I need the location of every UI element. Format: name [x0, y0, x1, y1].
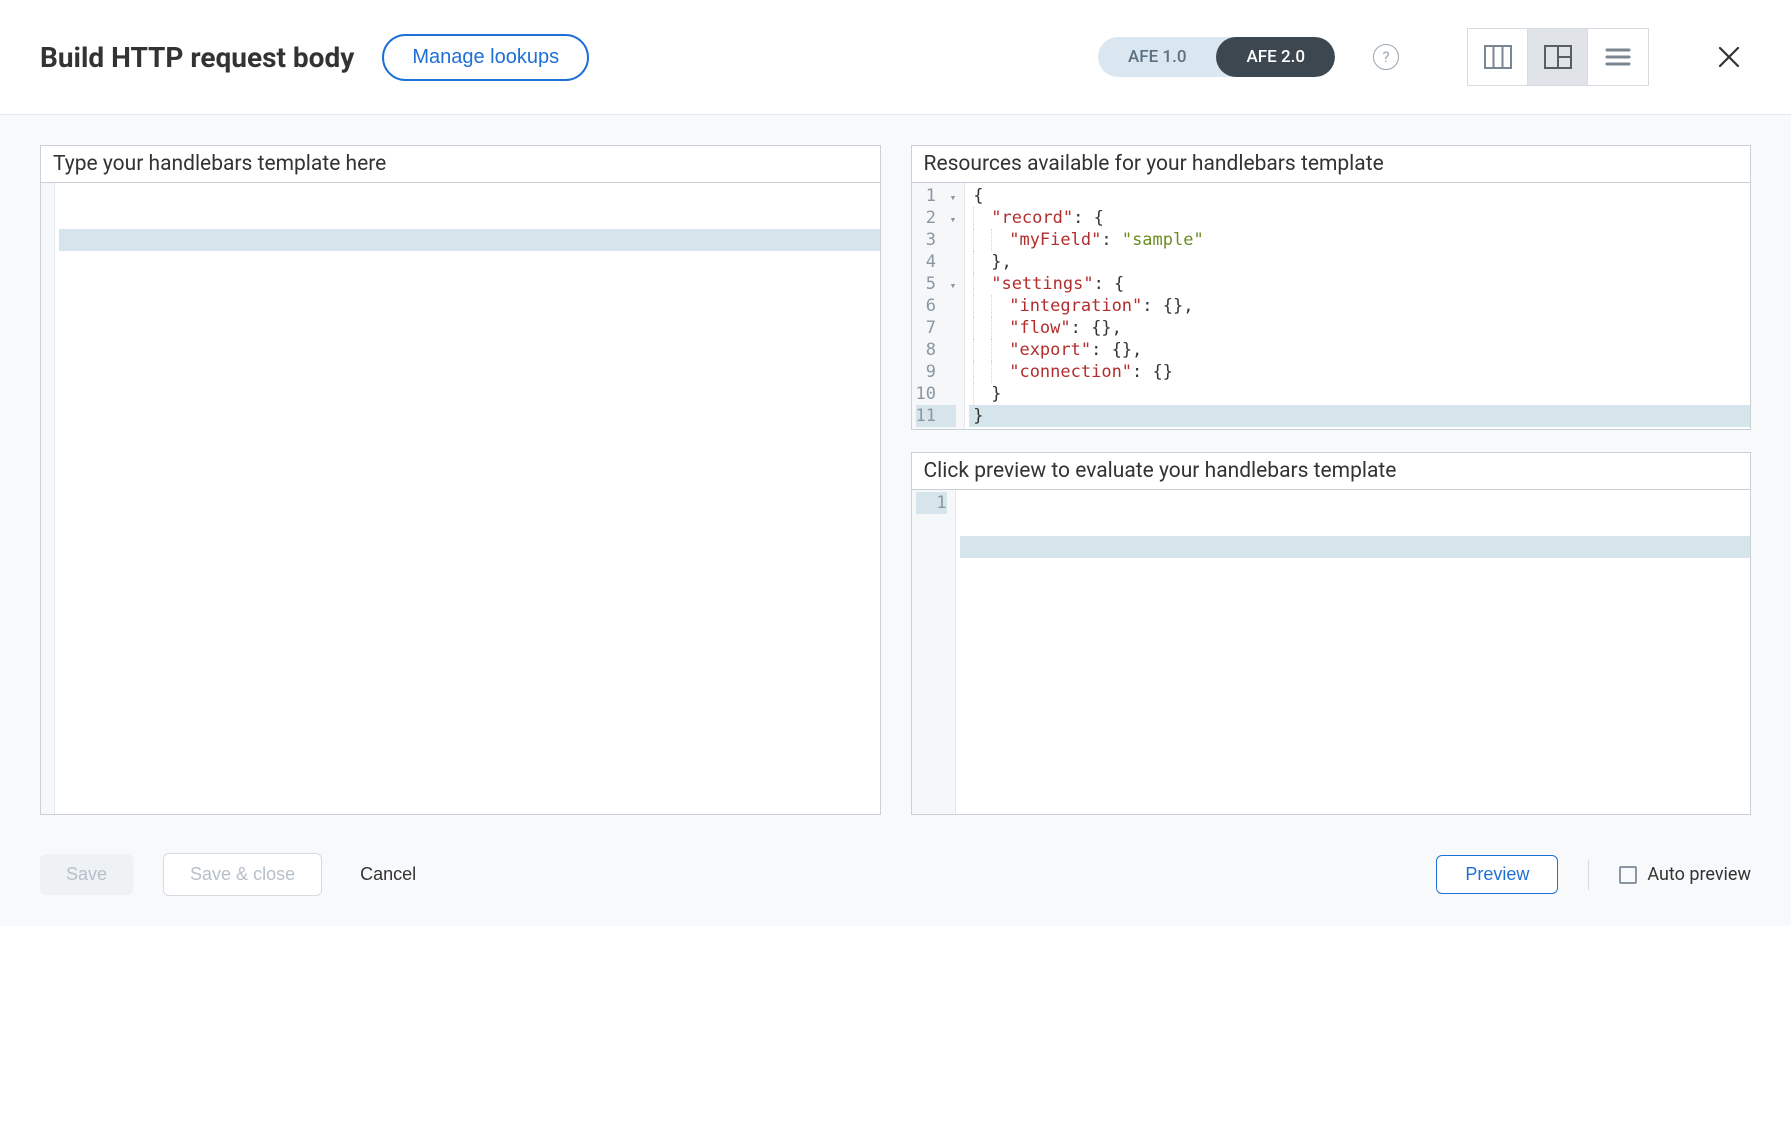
columns-icon [1484, 45, 1512, 69]
preview-button[interactable]: Preview [1436, 855, 1558, 894]
content-area: Type your handlebars template here Resou… [0, 115, 1791, 835]
layout-columns-button[interactable] [1468, 29, 1528, 85]
close-button[interactable] [1707, 35, 1751, 79]
preview-code-area[interactable] [956, 490, 1751, 814]
afe-1-option[interactable]: AFE 1.0 [1098, 37, 1217, 77]
resources-code-area[interactable]: {"record": {"myField": "sample"},"settin… [965, 183, 1750, 429]
layout-rows-button[interactable] [1588, 29, 1648, 85]
resources-panel-header: Resources available for your handlebars … [912, 146, 1751, 183]
left-column: Type your handlebars template here [40, 145, 881, 815]
right-column: Resources available for your handlebars … [911, 145, 1752, 815]
preview-gutter: 1 [912, 490, 956, 814]
afe-2-option[interactable]: AFE 2.0 [1216, 37, 1335, 77]
header-bar: Build HTTP request body Manage lookups A… [0, 0, 1791, 115]
template-panel-header: Type your handlebars template here [41, 146, 880, 183]
footer-divider [1588, 860, 1589, 890]
close-icon [1717, 45, 1741, 69]
template-editor[interactable] [41, 183, 880, 814]
resources-editor[interactable]: 1 ▾2 ▾3 4 5 ▾6 7 8 9 10 11 {"record": {"… [912, 183, 1751, 429]
afe-version-toggle: AFE 1.0 AFE 2.0 [1098, 37, 1335, 77]
auto-preview-checkbox[interactable]: Auto preview [1619, 864, 1751, 885]
manage-lookups-button[interactable]: Manage lookups [382, 34, 589, 81]
page-title: Build HTTP request body [40, 41, 354, 74]
save-close-button[interactable]: Save & close [163, 853, 322, 896]
layout-mode-group [1467, 28, 1649, 86]
preview-panel: Click preview to evaluate your handlebar… [911, 452, 1752, 815]
template-gutter [41, 183, 55, 814]
auto-preview-label: Auto preview [1647, 864, 1751, 885]
resources-panel: Resources available for your handlebars … [911, 145, 1752, 430]
resources-gutter: 1 ▾2 ▾3 4 5 ▾6 7 8 9 10 11 [912, 183, 966, 429]
cancel-button[interactable]: Cancel [352, 854, 424, 895]
save-button[interactable]: Save [40, 854, 133, 895]
help-icon[interactable]: ? [1373, 44, 1399, 70]
template-panel: Type your handlebars template here [40, 145, 881, 815]
template-code-area[interactable] [55, 183, 880, 814]
preview-editor[interactable]: 1 [912, 490, 1751, 814]
layout-split-button[interactable] [1528, 29, 1588, 85]
preview-panel-header: Click preview to evaluate your handlebar… [912, 453, 1751, 490]
split-icon [1544, 45, 1572, 69]
footer-bar: Save Save & close Cancel Preview Auto pr… [0, 835, 1791, 926]
rows-icon [1605, 47, 1631, 67]
checkbox-icon [1619, 866, 1637, 884]
